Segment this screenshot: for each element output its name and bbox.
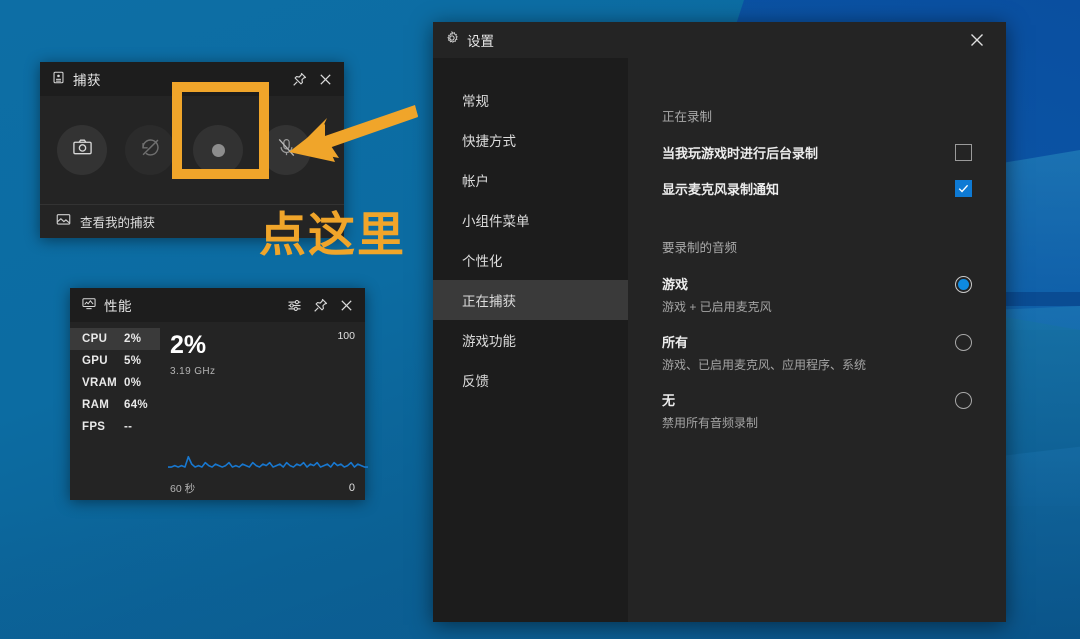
record-last-disabled-icon: [140, 137, 161, 163]
graph-axis-max: 100: [337, 330, 355, 342]
metric-row-vram[interactable]: VRAM 0%: [70, 372, 160, 394]
metric-key: CPU: [82, 333, 108, 345]
graph-axis-min: 0: [348, 482, 355, 494]
metric-value: --: [124, 421, 133, 433]
option-label: 游戏: [662, 277, 689, 292]
cpu-clock-value: 3.19 GHz: [170, 366, 216, 377]
performance-graph-panel: 2% 3.19 GHz 100 0 60 秒: [160, 322, 365, 500]
metric-row-fps[interactable]: FPS --: [70, 416, 160, 438]
performance-body: CPU 2% GPU 5% VRAM 0% RAM 64% FPS -- 2% …: [70, 322, 365, 500]
close-icon[interactable]: [964, 27, 990, 53]
view-my-captures-label: 查看我的捕获: [80, 216, 156, 230]
settings-main: 常规 快捷方式 帐户 小组件菜单 个性化 正在捕获 游戏功能 反馈 正在录制 当…: [433, 58, 1006, 622]
section-heading-recording: 正在录制: [662, 110, 713, 124]
sidebar-item-label: 帐户: [462, 174, 489, 189]
capture-icon: [52, 71, 65, 87]
sidebar-item-label: 小组件菜单: [462, 214, 530, 229]
performance-metric-list: CPU 2% GPU 5% VRAM 0% RAM 64% FPS --: [70, 322, 160, 500]
metric-value: 5%: [124, 355, 142, 367]
sidebar-item-capturing[interactable]: 正在捕获: [433, 280, 628, 320]
close-icon[interactable]: [312, 66, 338, 92]
close-icon[interactable]: [333, 292, 359, 318]
sidebar-item-game-features[interactable]: 游戏功能: [433, 320, 628, 360]
performance-widget: 性能 CPU 2% GPU 5% VRAM 0% RAM 64% FPS -- …: [70, 288, 365, 500]
sidebar-item-label: 反馈: [462, 374, 489, 389]
option-description: 游戏 + 已启用麦克风: [662, 300, 772, 314]
gear-icon: [445, 30, 459, 50]
gallery-icon: [56, 213, 71, 230]
metric-value: 0%: [124, 377, 142, 389]
option-label: 无: [662, 393, 676, 408]
metric-row-gpu[interactable]: GPU 5%: [70, 350, 160, 372]
option-description: 禁用所有音频录制: [662, 416, 759, 430]
sidebar-item-label: 常规: [462, 94, 489, 109]
capture-widget-title: 捕获: [73, 73, 101, 88]
settings-titlebar: 设置: [433, 22, 1006, 58]
option-label: 显示麦克风录制通知: [662, 182, 780, 197]
performance-icon: [82, 297, 96, 313]
sidebar-item-label: 正在捕获: [462, 294, 516, 309]
annotation-text: 点这里: [259, 208, 406, 263]
audio-all-radio[interactable]: [955, 334, 972, 351]
option-label: 所有: [662, 335, 689, 350]
record-dot-icon: [211, 143, 225, 157]
check-icon: [958, 184, 969, 193]
option-audio-none[interactable]: 无 禁用所有音频录制: [662, 390, 972, 431]
metric-key: VRAM: [82, 377, 118, 389]
metric-value: 64%: [124, 399, 148, 411]
metric-row-cpu[interactable]: CPU 2%: [70, 328, 160, 350]
performance-widget-titlebar: 性能: [70, 288, 365, 322]
metric-row-ram[interactable]: RAM 64%: [70, 394, 160, 416]
sliders-icon[interactable]: [281, 292, 307, 318]
graph-time-span: 60 秒: [170, 483, 196, 495]
metric-key: FPS: [82, 421, 106, 433]
sidebar-item-feedback[interactable]: 反馈: [433, 360, 628, 400]
option-mic-notification[interactable]: 显示麦克风录制通知: [662, 179, 972, 198]
section-heading-audio: 要录制的音频: [662, 241, 738, 255]
pin-icon[interactable]: [286, 66, 312, 92]
record-last-30s-button[interactable]: [125, 125, 175, 175]
option-text: 显示麦克风录制通知: [662, 179, 779, 198]
metric-key: RAM: [82, 399, 110, 411]
option-text: 无 禁用所有音频录制: [662, 390, 758, 431]
option-background-recording[interactable]: 当我玩游戏时进行后台录制: [662, 143, 972, 162]
screenshot-button[interactable]: [57, 125, 107, 175]
pin-icon[interactable]: [307, 292, 333, 318]
sidebar-item-account[interactable]: 帐户: [433, 160, 628, 200]
sidebar-item-general[interactable]: 常规: [433, 80, 628, 120]
metric-value: 2%: [124, 333, 142, 345]
performance-widget-title: 性能: [104, 299, 132, 314]
settings-content-pane: 正在录制 当我玩游戏时进行后台录制 显示麦克风录制通知 要录制的音频 游戏 游戏…: [628, 58, 1006, 622]
option-text: 所有 游戏、已启用麦克风、应用程序、系统: [662, 332, 866, 373]
sidebar-item-shortcuts[interactable]: 快捷方式: [433, 120, 628, 160]
mic-notification-checkbox[interactable]: [955, 180, 972, 197]
option-audio-all[interactable]: 所有 游戏、已启用麦克风、应用程序、系统: [662, 332, 972, 373]
audio-game-radio[interactable]: [955, 276, 972, 293]
cpu-usage-value: 2%: [170, 331, 207, 359]
option-text: 游戏 游戏 + 已启用麦克风: [662, 274, 772, 315]
metric-key: GPU: [82, 355, 108, 367]
capture-widget-titlebar: 捕获: [40, 62, 344, 96]
option-audio-game[interactable]: 游戏 游戏 + 已启用麦克风: [662, 274, 972, 315]
sidebar-item-widget-menu[interactable]: 小组件菜单: [433, 200, 628, 240]
sidebar-item-label: 快捷方式: [462, 134, 516, 149]
sidebar-item-label: 游戏功能: [462, 334, 516, 349]
annotation-arrow: [289, 105, 418, 162]
background-recording-checkbox[interactable]: [955, 144, 972, 161]
sidebar-item-label: 个性化: [462, 254, 503, 269]
option-text: 当我玩游戏时进行后台录制: [662, 143, 818, 162]
camera-icon: [72, 137, 93, 163]
settings-window-title: 设置: [467, 34, 494, 49]
start-recording-button[interactable]: [193, 125, 243, 175]
option-label: 当我玩游戏时进行后台录制: [662, 146, 819, 161]
settings-sidebar: 常规 快捷方式 帐户 小组件菜单 个性化 正在捕获 游戏功能 反馈: [433, 58, 628, 622]
cpu-usage-chart: [168, 428, 368, 474]
audio-none-radio[interactable]: [955, 392, 972, 409]
option-description: 游戏、已启用麦克风、应用程序、系统: [662, 358, 867, 372]
settings-window: 设置 常规 快捷方式 帐户 小组件菜单 个性化 正在捕获 游戏功能 反馈 正在录…: [433, 22, 1006, 622]
sidebar-item-personalization[interactable]: 个性化: [433, 240, 628, 280]
